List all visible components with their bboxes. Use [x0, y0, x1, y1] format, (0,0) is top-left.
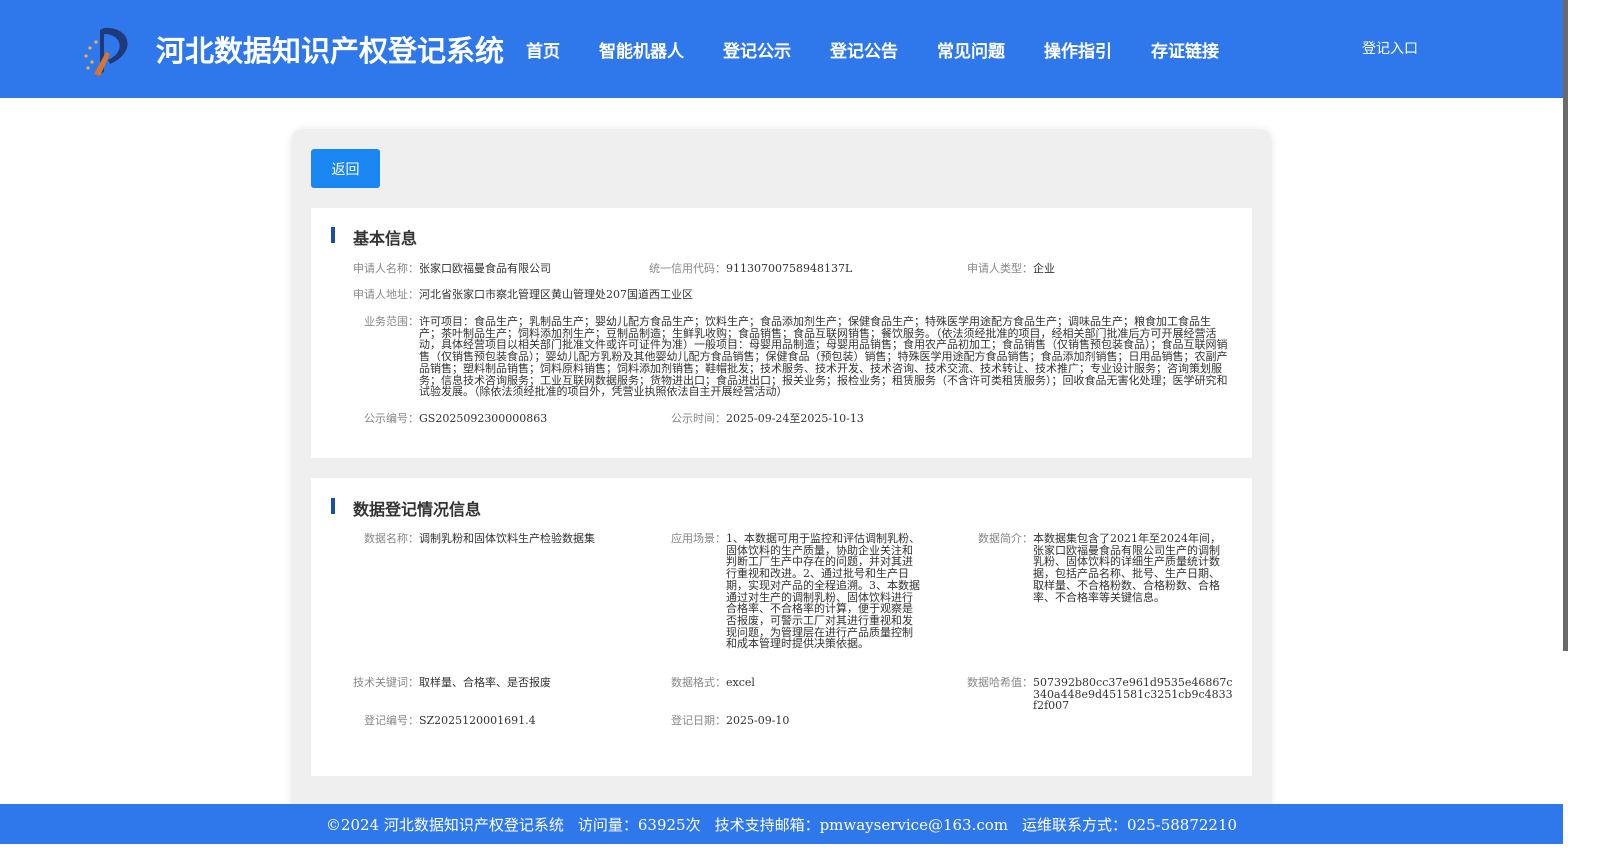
scenario-value: 1、本数据可用于监控和评估调制乳粉、固体饮料的生产质量，协助企业关注和判断工厂生… — [726, 532, 920, 651]
registration-number-value: SZ2025120001691.4 — [419, 714, 536, 727]
credit-code-label: 统一信用代码： — [649, 262, 726, 275]
top-header: 河北数据知识产权登记系统 首页 智能机器人 登记公示 登记公告 常见问题 操作指… — [0, 0, 1563, 98]
publicity-number-label: 公示编号： — [364, 412, 419, 425]
site-title[interactable]: 河北数据知识产权登记系统 — [156, 28, 504, 70]
format-value: excel — [726, 676, 755, 689]
address-label: 申请人地址： — [353, 288, 419, 301]
scenario-label: 应用场景： — [671, 532, 726, 545]
basic-info-title: 基本信息 — [353, 229, 418, 248]
footer-copyright: ©2024 河北数据知识产权登记系统 — [325, 815, 564, 834]
hash-value: 507392b80cc37e961d9535e46867c340a448e9d4… — [1033, 676, 1233, 713]
institution-logo-icon[interactable] — [80, 22, 136, 78]
nav-registration-announcement[interactable]: 登记公告 — [830, 37, 898, 62]
publicity-time-label: 公示时间： — [671, 412, 726, 425]
registration-number-label: 登记编号： — [364, 714, 419, 727]
credit-code-value: 91130700758948137L — [726, 262, 853, 275]
publicity-time-value: 2025-09-24至2025-10-13 — [726, 412, 864, 425]
business-scope-label: 业务范围： — [364, 315, 419, 328]
business-scope-value: 许可项目：食品生产；乳制品生产；婴幼儿配方食品生产；饮料生产；食品添加剂生产；保… — [419, 315, 1228, 399]
basic-info-card: 基本信息 申请人名称： 张家口欧福曼食品有限公司 统一信用代码： 9113070… — [311, 208, 1252, 458]
page-footer: ©2024 河北数据知识产权登记系统 访问量：63925次 技术支持邮箱：pmw… — [0, 804, 1563, 844]
nav-faq[interactable]: 常见问题 — [937, 37, 1005, 62]
back-button[interactable]: 返回 — [311, 149, 380, 188]
nav-guide[interactable]: 操作指引 — [1044, 37, 1112, 62]
scrollbar-thumb[interactable] — [1563, 0, 1568, 651]
data-registration-title: 数据登记情况信息 — [353, 500, 482, 519]
applicant-name-label: 申请人名称： — [353, 262, 419, 275]
registration-date-value: 2025-09-10 — [726, 714, 790, 727]
keywords-label: 技术关键词： — [353, 676, 419, 689]
section-marker — [331, 227, 335, 243]
applicant-type-value: 企业 — [1033, 262, 1055, 275]
hash-label: 数据哈希值： — [967, 676, 1033, 689]
scrollbar-track[interactable] — [1563, 0, 1600, 861]
nav-registration-publicity[interactable]: 登记公示 — [723, 37, 791, 62]
nav-home[interactable]: 首页 — [526, 37, 560, 62]
main-nav: 首页 智能机器人 登记公示 登记公告 常见问题 操作指引 存证链接 — [510, 0, 1258, 98]
section-marker — [331, 498, 335, 514]
data-name-label: 数据名称： — [364, 532, 419, 545]
footer-ops-phone: 运维联系方式：025-58872210 — [1022, 815, 1238, 834]
applicant-type-label: 申请人类型： — [967, 262, 1033, 275]
data-registration-card: 数据登记情况信息 数据名称： 调制乳粉和固体饮料生产检验数据集 应用场景： 1、… — [311, 478, 1252, 776]
nav-evidence-link[interactable]: 存证链接 — [1151, 37, 1219, 62]
registration-date-label: 登记日期： — [671, 714, 726, 727]
login-link[interactable]: 登记入口 — [1362, 38, 1418, 58]
footer-support-email: 技术支持邮箱：pmwayservice@163.com — [714, 815, 1009, 834]
summary-value: 本数据集包含了2021年至2024年间，张家口欧福曼食品有限公司生产的调制乳粉、… — [1033, 532, 1221, 604]
format-label: 数据格式： — [671, 676, 726, 689]
address-value: 河北省张家口市察北管理区黄山管理处207国道西工业区 — [419, 288, 693, 301]
keywords-value: 取样量、合格率、是否报废 — [419, 676, 551, 689]
nav-robot[interactable]: 智能机器人 — [599, 37, 684, 62]
footer-visits: 访问量：63925次 — [577, 815, 701, 834]
data-name-value: 调制乳粉和固体饮料生产检验数据集 — [419, 532, 595, 545]
summary-label: 数据简介： — [978, 532, 1033, 545]
